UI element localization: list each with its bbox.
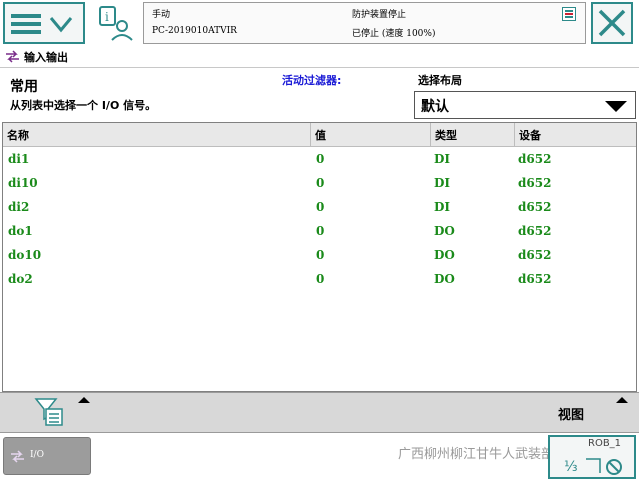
- main-menu-button[interactable]: [3, 2, 85, 44]
- io-arrows-icon: [6, 50, 19, 63]
- info-person-icon: i: [99, 6, 133, 41]
- signal-type: DO: [434, 248, 455, 262]
- task-bar: I/O 广西柳州柳江甘牛人武装部 ROB_1 ⅓: [0, 432, 639, 480]
- filter-button[interactable]: [32, 395, 96, 431]
- signal-device: d652: [518, 248, 552, 262]
- window-title-bar: 输入输出: [0, 46, 639, 68]
- signal-name: do10: [8, 248, 42, 262]
- view-button[interactable]: 视图: [548, 395, 636, 431]
- table-header: 名称 值 类型 设备: [3, 123, 636, 147]
- signal-name: di10: [8, 176, 38, 190]
- table-row[interactable]: do2 0 DO d652: [3, 267, 636, 291]
- signal-type: DI: [434, 200, 451, 214]
- signal-name: do1: [8, 224, 33, 238]
- watermark: 广西柳州柳江甘牛人武装部: [398, 447, 555, 462]
- run-state: 已停止 (速度 100%): [352, 29, 436, 39]
- signal-value: 0: [316, 176, 325, 190]
- svg-text:⅓: ⅓: [564, 459, 578, 475]
- quickset-button[interactable]: ROB_1 ⅓: [548, 435, 636, 479]
- host-name: PC-2019010ATVIR: [152, 26, 237, 36]
- caret-up-icon: [616, 397, 628, 403]
- menu-icon: [11, 14, 73, 34]
- table-row[interactable]: di10 0 DI d652: [3, 171, 636, 195]
- table-row[interactable]: do1 0 DO d652: [3, 219, 636, 243]
- table-row[interactable]: do10 0 DO d652: [3, 243, 636, 267]
- signal-name: di2: [8, 200, 30, 214]
- signal-value: 0: [316, 200, 325, 214]
- mode-text: 手动: [152, 10, 171, 20]
- close-icon: [598, 9, 626, 37]
- signal-device: d652: [518, 272, 552, 286]
- program-status-icon: [562, 7, 576, 21]
- signal-type: DI: [434, 152, 451, 166]
- column-header-name[interactable]: 名称: [3, 123, 311, 147]
- filter-icon: [34, 397, 90, 426]
- signal-name: di1: [8, 152, 30, 166]
- io-arrows-icon: [11, 450, 24, 463]
- dropdown-arrow-icon: [605, 101, 627, 112]
- layout-label: 选择布局: [418, 74, 462, 87]
- table-row[interactable]: di2 0 DI d652: [3, 195, 636, 219]
- table-row[interactable]: di1 0 DI d652: [3, 147, 636, 171]
- signal-device: d652: [518, 176, 552, 190]
- filter-area: 常用 从列表中选择一个 I/O 信号。 活动过滤器: 选择布局 默认: [0, 68, 639, 122]
- quickset-icon: ⅓: [564, 458, 622, 475]
- layout-select[interactable]: 默认: [414, 91, 636, 119]
- signal-table: 名称 值 类型 设备 di1 0 DI d652 di10 0 DI d652 …: [2, 122, 637, 392]
- safety-status: 防护装置停止: [352, 10, 407, 20]
- signal-value: 0: [316, 152, 325, 166]
- signal-type: DI: [434, 176, 451, 190]
- signal-type: DO: [434, 224, 455, 238]
- column-header-type[interactable]: 类型: [431, 123, 515, 147]
- list-hint: 从列表中选择一个 I/O 信号。: [10, 99, 157, 112]
- window-title: 输入输出: [24, 51, 68, 64]
- signal-device: d652: [518, 152, 552, 166]
- status-panel[interactable]: 手动 PC-2019010ATVIR 防护装置停止 已停止 (速度 100%): [143, 2, 586, 44]
- signal-value: 0: [316, 224, 325, 238]
- signal-name: do2: [8, 272, 33, 286]
- signal-value: 0: [316, 248, 325, 262]
- close-button[interactable]: [591, 2, 633, 44]
- layout-select-value: 默认: [421, 99, 449, 115]
- signal-type: DO: [434, 272, 455, 286]
- signal-value: 0: [316, 272, 325, 286]
- task-tab-io[interactable]: I/O: [3, 437, 91, 475]
- column-header-device[interactable]: 设备: [515, 123, 636, 147]
- active-filter-label: 活动过滤器:: [282, 74, 342, 87]
- event-log-button[interactable]: i: [96, 2, 136, 44]
- list-title: 常用: [10, 79, 38, 95]
- svg-text:i: i: [105, 10, 109, 24]
- status-bar: i 手动 PC-2019010ATVIR 防护装置停止 已停止 (速度 100%…: [0, 0, 639, 46]
- signal-device: d652: [518, 224, 552, 238]
- bottom-toolbar: 视图: [0, 392, 639, 432]
- task-tab-label: I/O: [30, 450, 44, 460]
- signal-device: d652: [518, 200, 552, 214]
- column-header-value[interactable]: 值: [311, 123, 431, 147]
